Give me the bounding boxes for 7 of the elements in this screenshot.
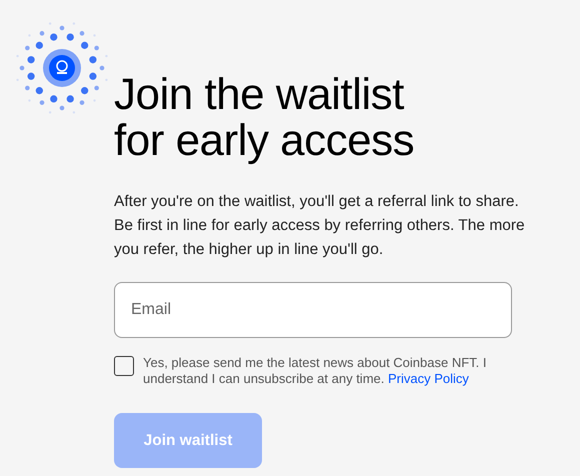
consent-text: Yes, please send me the latest news about Coinbase NFT. I understand I can unsubscribe at any time. Privacy Policy <box>143 355 488 387</box>
heading-line: for early access <box>114 118 416 164</box>
checkbox[interactable] <box>114 356 134 376</box>
email-field[interactable]: Email <box>114 282 512 338</box>
heading-line: Join the waitlist <box>114 72 405 118</box>
description: After you're on the waitlist, you'll get a referral link to share. Be first in line for early access by referring others. The more you refer, the higher up in line you'll go. <box>114 192 526 260</box>
privacy-policy-link[interactable]: Privacy Policy <box>388 371 469 386</box>
